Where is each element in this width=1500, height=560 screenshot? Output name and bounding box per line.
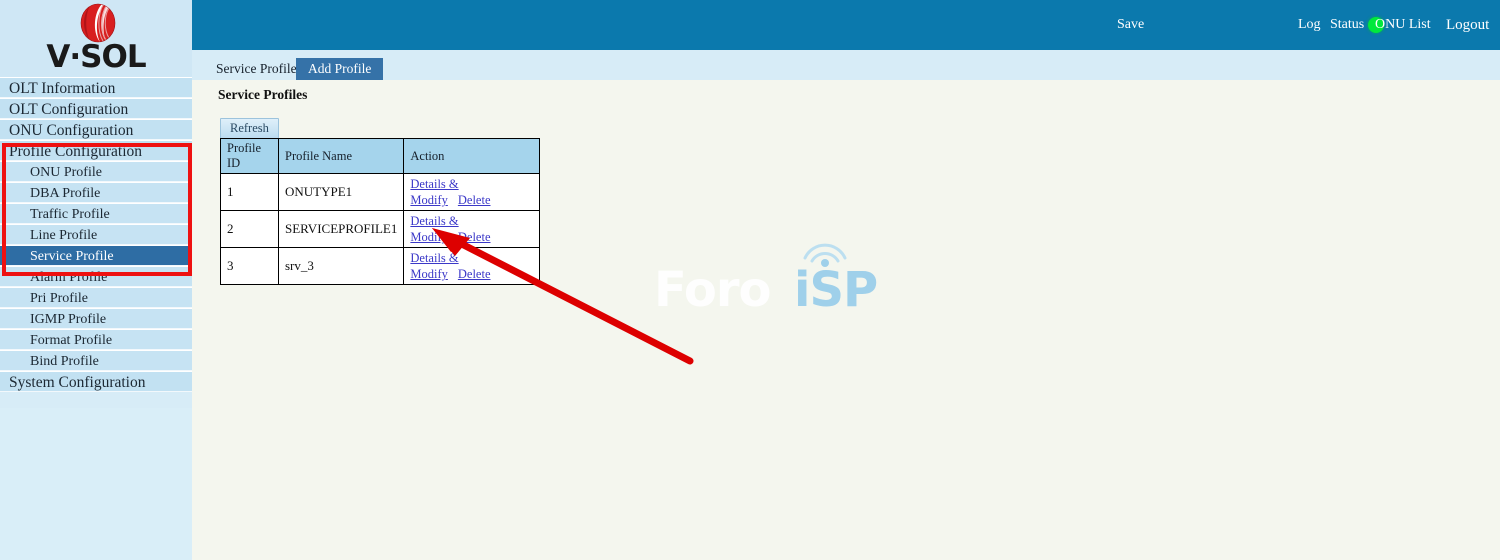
delete-link[interactable]: Delete [458,267,491,281]
cell-profile-name: srv_3 [277,247,405,285]
details-modify-link[interactable]: Details & Modify [410,251,458,281]
watermark-text-isp: iSP [794,262,878,318]
foroisp-watermark: Foro iSP [654,240,1054,330]
onu-list-link[interactable]: ONU List [1375,17,1431,33]
watermark-text-foro: Foro [654,262,771,318]
sidebar-item-igmp-profile[interactable]: IGMP Profile [0,308,192,329]
sidebar-item-traffic-profile[interactable]: Traffic Profile [0,203,192,224]
sidebar-item-pri-profile[interactable]: Pri Profile [0,287,192,308]
sidebar-item-label: ONU Profile [30,165,102,180]
top-header-bar: Save Log Status ONU List Logout [192,0,1500,50]
cell-action: Details & Modify Delete [403,247,541,285]
sidebar-item-label: OLT Information [9,80,116,97]
vsol-sphere-logo-icon [80,3,116,43]
log-link[interactable]: Log [1298,17,1321,33]
wifi-tower-icon [803,243,847,267]
table-row: 1 ONUTYPE1 Details & Modify Delete [220,173,541,211]
sidebar-item-format-profile[interactable]: Format Profile [0,329,192,350]
sidebar-item-dba-profile[interactable]: DBA Profile [0,182,192,203]
column-header-profile-name: Profile Name [277,138,405,174]
cell-profile-id: 3 [220,247,279,285]
cell-action: Details & Modify Delete [403,173,541,211]
details-modify-link[interactable]: Details & Modify [410,177,458,207]
tab-add-profile[interactable]: Add Profile [296,58,384,80]
cell-profile-id: 1 [220,173,279,211]
sidebar-item-label: ONU Configuration [9,122,134,139]
sidebar-item-label: Profile Configuration [9,143,143,160]
delete-link[interactable]: Delete [458,230,491,244]
details-modify-link[interactable]: Details & Modify [410,214,458,244]
sidebar-item-label: Format Profile [30,333,113,348]
cell-action: Details & Modify Delete [403,210,541,248]
sidebar-item-label: Service Profile [30,249,114,264]
table-row: 3 srv_3 Details & Modify Delete [220,247,541,285]
sidebar-item-system-configuration[interactable]: System Configuration [0,371,192,392]
service-profiles-table: Profile ID Profile Name Action 1 ONUTYPE… [220,138,541,285]
refresh-button[interactable]: Refresh [220,118,279,139]
sidebar-item-olt-configuration[interactable]: OLT Configuration [0,98,192,119]
sidebar-item-bind-profile[interactable]: Bind Profile [0,350,192,371]
cell-profile-id: 2 [220,210,279,248]
main-content: Foro iSP Service Profiles Refresh Profil… [192,80,1500,560]
application-window: V·SOL OLT Information OLT Configuration … [0,0,1500,560]
sidebar-item-alarm-profile[interactable]: Alarm Profile [0,266,192,287]
sidebar: V·SOL OLT Information OLT Configuration … [0,0,192,560]
table-row: 2 SERVICEPROFILE1 Details & Modify Delete [220,210,541,248]
page-title: Service Profiles [218,87,308,102]
logout-link[interactable]: Logout [1446,17,1489,34]
cell-profile-name: SERVICEPROFILE1 [277,210,405,248]
sidebar-item-line-profile[interactable]: Line Profile [0,224,192,245]
sidebar-item-label: IGMP Profile [30,312,107,327]
sidebar-item-label: Bind Profile [30,354,99,369]
column-header-profile-id: Profile ID [220,138,279,174]
sidebar-item-onu-configuration[interactable]: ONU Configuration [0,119,192,140]
save-button[interactable]: Save [1117,17,1144,33]
cell-profile-name: ONUTYPE1 [277,173,405,211]
sidebar-item-label: Traffic Profile [30,207,110,222]
column-header-action: Action [403,138,541,174]
status-link[interactable]: Status [1330,17,1364,33]
sidebar-item-label: System Configuration [9,374,146,391]
sidebar-item-label: OLT Configuration [9,101,129,118]
brand-logo-text: V·SOL [46,39,146,75]
sidebar-item-label: Pri Profile [30,291,88,306]
sidebar-item-label: Alarm Profile [30,270,108,285]
tab-strip: Service Profiles Add Profile [192,50,1500,81]
sidebar-item-onu-profile[interactable]: ONU Profile [0,161,192,182]
sidebar-nav: OLT Information OLT Configuration ONU Co… [0,77,192,392]
sidebar-item-label: Line Profile [30,228,98,243]
sidebar-item-profile-configuration[interactable]: Profile Configuration [0,140,192,161]
sidebar-item-service-profile[interactable]: Service Profile [0,245,192,266]
table-header-row: Profile ID Profile Name Action [220,138,541,174]
sidebar-item-olt-information[interactable]: OLT Information [0,77,192,98]
sidebar-item-label: DBA Profile [30,186,101,201]
brand-logo-area: V·SOL [0,0,192,77]
delete-link[interactable]: Delete [458,193,491,207]
sidebar-empty-area [0,408,192,560]
